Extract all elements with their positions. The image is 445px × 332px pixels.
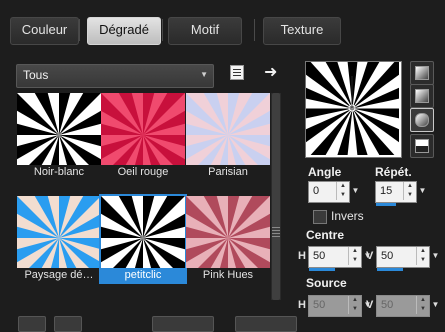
invert-label: Invers: [331, 209, 364, 223]
gradient-swatch: [101, 93, 185, 179]
arrow-right-icon[interactable]: ➜: [264, 62, 277, 82]
source-h-spinner[interactable]: 50 ▲ ▼ ▼: [308, 295, 371, 317]
angle-label: Angle: [308, 165, 342, 179]
center-v-value: 50: [381, 250, 394, 262]
chevron-down-icon[interactable]: ▼: [417, 182, 428, 200]
radial-gradient-button[interactable]: [410, 108, 434, 132]
gradient-swatch: [186, 196, 270, 282]
gradient-thumbnail-label: Pink Hues: [202, 269, 254, 281]
center-h-spinner[interactable]: 50 ▲ ▼ ▼: [308, 246, 371, 271]
sunburst-gradient-button[interactable]: [410, 134, 434, 158]
center-v-label: V: [366, 250, 374, 262]
bottom-button[interactable]: [235, 316, 297, 332]
spinner-arrows-icon[interactable]: ▲ ▼: [403, 182, 416, 200]
center-v-spinner[interactable]: 50 ▲ ▼ ▼: [376, 246, 439, 271]
spinner-arrows-icon[interactable]: ▲ ▼: [416, 296, 429, 314]
angle-value: 0: [313, 185, 320, 197]
tab-degrade[interactable]: Dégradé: [87, 17, 161, 45]
gradient-swatch: [17, 93, 101, 179]
spinner-arrows-icon[interactable]: ▲ ▼: [336, 182, 349, 200]
tab-separator: [162, 19, 163, 41]
source-v-value: 50: [381, 299, 394, 311]
chevron-down-icon: ▼: [200, 70, 208, 79]
chevron-down-icon[interactable]: ▼: [430, 247, 441, 265]
repeat-label: Répét.: [375, 165, 412, 179]
spinner-arrows-icon[interactable]: ▲ ▼: [348, 296, 361, 314]
center-h-value: 50: [313, 250, 326, 262]
gradient-thumbnail-label: Paysage dé…: [24, 269, 94, 281]
center-label: Centre: [306, 228, 345, 242]
tab-couleur[interactable]: Couleur: [10, 17, 79, 45]
repeat-slider[interactable]: [376, 203, 396, 206]
center-h-label: H: [298, 250, 306, 262]
repeat-spinner[interactable]: 15 ▲ ▼ ▼: [375, 181, 426, 206]
center-v-slider[interactable]: [377, 268, 403, 271]
gradient-thumbnail[interactable]: Paysage dé…: [17, 196, 101, 282]
bottom-button[interactable]: [18, 316, 46, 332]
tab-separator: [79, 19, 80, 41]
bottom-button[interactable]: [54, 316, 82, 332]
bottom-button[interactable]: [152, 316, 214, 332]
gradient-swatch: [186, 93, 270, 179]
tab-texture[interactable]: Texture: [263, 17, 341, 45]
source-label: Source: [306, 276, 347, 290]
gradient-thumbnail-label: Noir-blanc: [33, 166, 85, 178]
rectangular-gradient-button[interactable]: [410, 84, 434, 108]
gradient-thumbnail-label: Parisian: [208, 166, 248, 178]
spinner-arrows-icon[interactable]: ▲ ▼: [348, 247, 361, 265]
gradient-thumbnail[interactable]: Oeil rouge: [101, 93, 185, 179]
scrollbar-grip[interactable]: [272, 227, 280, 237]
gradient-thumbnail[interactable]: Noir-blanc: [17, 93, 101, 179]
gradient-swatch: [101, 196, 185, 282]
category-dropdown-value: Tous: [23, 68, 49, 82]
gradient-preview[interactable]: [268, 25, 437, 192]
chevron-down-icon[interactable]: ▼: [350, 182, 361, 200]
gradient-thumbnail-label: petitclic: [101, 268, 185, 282]
tab-separator: [254, 19, 255, 41]
gradient-thumbnail[interactable]: petitclic: [99, 194, 187, 284]
source-h-value: 50: [313, 299, 326, 311]
gradient-thumbnail-label: Oeil rouge: [117, 166, 169, 178]
source-v-spinner[interactable]: 50 ▲ ▼ ▼: [376, 295, 439, 317]
linear-gradient-button[interactable]: [410, 61, 434, 85]
source-h-label: H: [298, 299, 306, 311]
angle-spinner[interactable]: 0 ▲ ▼ ▼: [308, 181, 359, 203]
gradient-thumbnail[interactable]: Parisian: [186, 93, 270, 179]
gradient-list-scrollbar[interactable]: [271, 93, 281, 300]
gradient-library-icon[interactable]: [230, 65, 244, 80]
tab-motif[interactable]: Motif: [168, 17, 242, 45]
gradient-thumbnail[interactable]: Pink Hues: [186, 196, 270, 282]
source-v-label: V: [366, 299, 374, 311]
spinner-arrows-icon[interactable]: ▲ ▼: [416, 247, 429, 265]
center-h-slider[interactable]: [309, 268, 335, 271]
repeat-value: 15: [380, 185, 393, 197]
chevron-down-icon[interactable]: ▼: [430, 296, 441, 314]
gradient-preview-image: [268, 25, 437, 192]
category-dropdown[interactable]: Tous ▼: [16, 64, 214, 88]
gradient-swatch: [17, 196, 101, 282]
invert-checkbox[interactable]: [313, 210, 327, 224]
